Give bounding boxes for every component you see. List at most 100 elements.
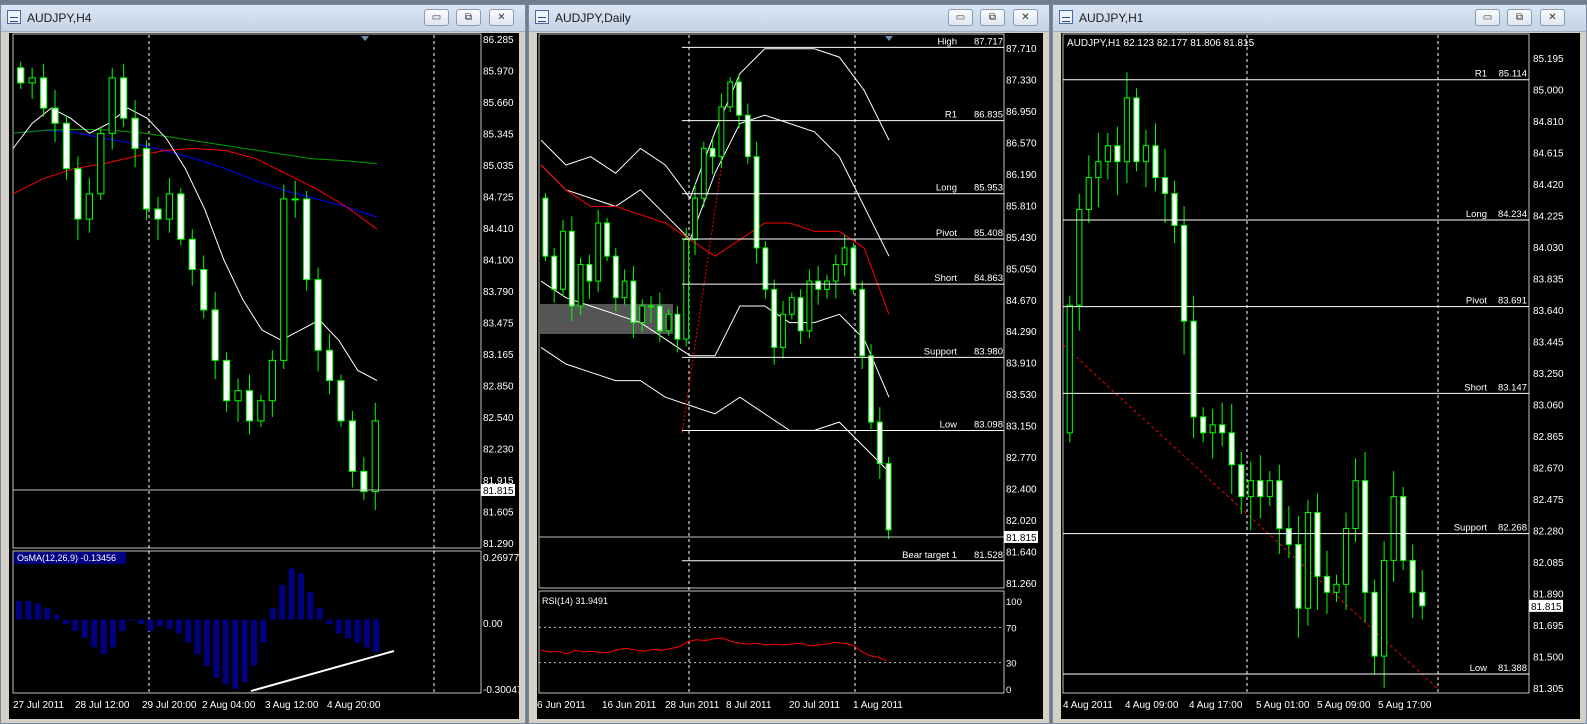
minimize-button[interactable]: ▭ xyxy=(948,9,973,26)
candle xyxy=(824,280,830,290)
candle xyxy=(1142,145,1150,163)
close-button[interactable]: ✕ xyxy=(1013,9,1038,26)
osma-bar xyxy=(91,619,98,648)
candle xyxy=(612,255,619,299)
x-axis-label: 4 Aug 2011 xyxy=(1063,700,1113,711)
chart-area[interactable]: 86.285 85.970 85.660 85.345 85.035 84.725 84.4… xyxy=(9,33,519,719)
candle xyxy=(665,313,672,332)
y-axis-label: 84.290 xyxy=(1006,327,1037,338)
candle xyxy=(1219,424,1226,434)
candle xyxy=(806,280,813,332)
candle xyxy=(348,420,357,472)
y-axis-label: 81.290 xyxy=(483,539,514,550)
candle xyxy=(1123,97,1131,163)
candle xyxy=(211,309,219,361)
y-axis-label: 83.150 xyxy=(1006,422,1037,433)
y-axis-label: 84.670 xyxy=(1006,296,1037,307)
x-axis-label: 29 Jul 20:00 xyxy=(142,700,197,711)
close-button[interactable]: ✕ xyxy=(489,9,514,26)
candle xyxy=(1409,559,1416,593)
chart-area[interactable]: AUDJPY,H1 82.123 82.177 81.806 81.815 85… xyxy=(1061,33,1580,719)
candle xyxy=(604,222,610,257)
candle xyxy=(1190,320,1197,418)
dotted-trendline xyxy=(1062,344,1438,689)
osma-bar xyxy=(241,619,248,683)
candle xyxy=(762,247,769,290)
chart-window-daily[interactable]: AUDJPY,Daily ▭ ⧉ ✕ 87.710 87.330 86.950 86.… xyxy=(528,4,1050,724)
level-label: R1 xyxy=(1475,69,1487,80)
osma-bar xyxy=(251,619,257,666)
candle xyxy=(876,421,883,465)
x-axis-label: 2 Aug 04:00 xyxy=(202,700,256,711)
y-axis-label: 81.640 xyxy=(1006,548,1037,559)
y-axis-label: 85.035 xyxy=(483,161,514,172)
title-bar[interactable]: AUDJPY,Daily ▭ ⧉ ✕ xyxy=(529,5,1049,32)
candle xyxy=(131,117,139,149)
osma-bar xyxy=(100,619,107,655)
y-axis-label: 83.530 xyxy=(1006,390,1037,401)
restore-button[interactable]: ⧉ xyxy=(1507,9,1532,26)
candle xyxy=(542,197,549,257)
osma-bar xyxy=(260,619,267,643)
band-lower xyxy=(540,346,890,473)
osma-bar xyxy=(326,619,333,625)
osma-bar xyxy=(119,619,126,632)
minimize-button[interactable]: ▭ xyxy=(424,9,449,26)
candle xyxy=(780,313,786,348)
candle xyxy=(85,193,93,220)
osma-bar xyxy=(213,619,220,678)
candle xyxy=(1085,177,1092,211)
chart-window-h4[interactable]: AUDJPY,H4 ▭ ⧉ ✕ 86.285 85.970 85.660 85.345… xyxy=(0,4,526,724)
candle xyxy=(1228,432,1235,466)
osma-bar xyxy=(16,601,22,620)
restore-button[interactable]: ⧉ xyxy=(456,9,481,26)
osma-bar xyxy=(194,619,201,655)
candle xyxy=(120,77,128,119)
candle xyxy=(97,132,105,195)
candle xyxy=(621,280,628,299)
y-axis-label: 83.835 xyxy=(1533,275,1564,286)
y-axis-label: 85.430 xyxy=(1006,233,1037,244)
level-value: 81.388 xyxy=(1498,663,1527,674)
y-axis-label: 83.475 xyxy=(483,319,514,330)
osma-bar xyxy=(222,619,229,685)
osma-bar xyxy=(373,619,380,652)
level-value: 84.863 xyxy=(974,273,1003,284)
close-button[interactable]: ✕ xyxy=(1540,9,1565,26)
candle xyxy=(1133,97,1140,163)
y-axis-label: 0.00 xyxy=(483,619,503,630)
chart-window-h1[interactable]: AUDJPY,H1 ▭ ⧉ ✕ AUDJPY,H1 82.123 82.177 … xyxy=(1052,4,1587,724)
candle xyxy=(744,114,751,158)
y-axis-label: 87.710 xyxy=(1006,44,1037,55)
level-label: Support xyxy=(1454,523,1488,534)
y-axis-label: 86.190 xyxy=(1006,170,1037,181)
osma-label: OsMA(12,26,9) -0.13456 xyxy=(17,553,116,563)
title-bar[interactable]: AUDJPY,H4 ▭ ⧉ ✕ xyxy=(1,5,525,32)
osma-bar xyxy=(307,591,314,620)
y-axis-label: 84.100 xyxy=(483,256,514,267)
rsi-label: RSI(14) 31.9491 xyxy=(542,596,608,606)
y-axis-label: 82.280 xyxy=(1533,527,1564,538)
candle xyxy=(700,147,707,199)
x-axis-label: 4 Aug 20:00 xyxy=(327,700,381,711)
rsi-axis-label: 100 xyxy=(1006,597,1022,608)
osma-bar xyxy=(363,619,370,648)
restore-button[interactable]: ⧉ xyxy=(980,9,1005,26)
chart-window-icon xyxy=(7,10,21,24)
candle xyxy=(551,255,558,290)
title-bar[interactable]: AUDJPY,H1 ▭ ⧉ ✕ xyxy=(1053,5,1586,32)
x-axis-label: 5 Aug 09:00 xyxy=(1317,700,1371,711)
rsi-line xyxy=(540,637,888,662)
ma-red-line xyxy=(540,164,890,315)
y-axis-label: 86.570 xyxy=(1006,138,1037,149)
osma-bar xyxy=(34,603,41,620)
chart-area[interactable]: 87.710 87.330 86.950 86.570 86.190 85.810 85.4… xyxy=(537,33,1043,719)
level-label: Low xyxy=(1470,663,1488,674)
y-axis-label: 82.670 xyxy=(1533,464,1564,475)
rsi-axis-label: 0 xyxy=(1006,685,1011,696)
minimize-button[interactable]: ▭ xyxy=(1475,9,1500,26)
level-label: Long xyxy=(1466,209,1487,220)
chart-shift-marker xyxy=(361,36,369,41)
candle xyxy=(1247,480,1254,498)
y-axis-label: 85.000 xyxy=(1533,86,1564,97)
